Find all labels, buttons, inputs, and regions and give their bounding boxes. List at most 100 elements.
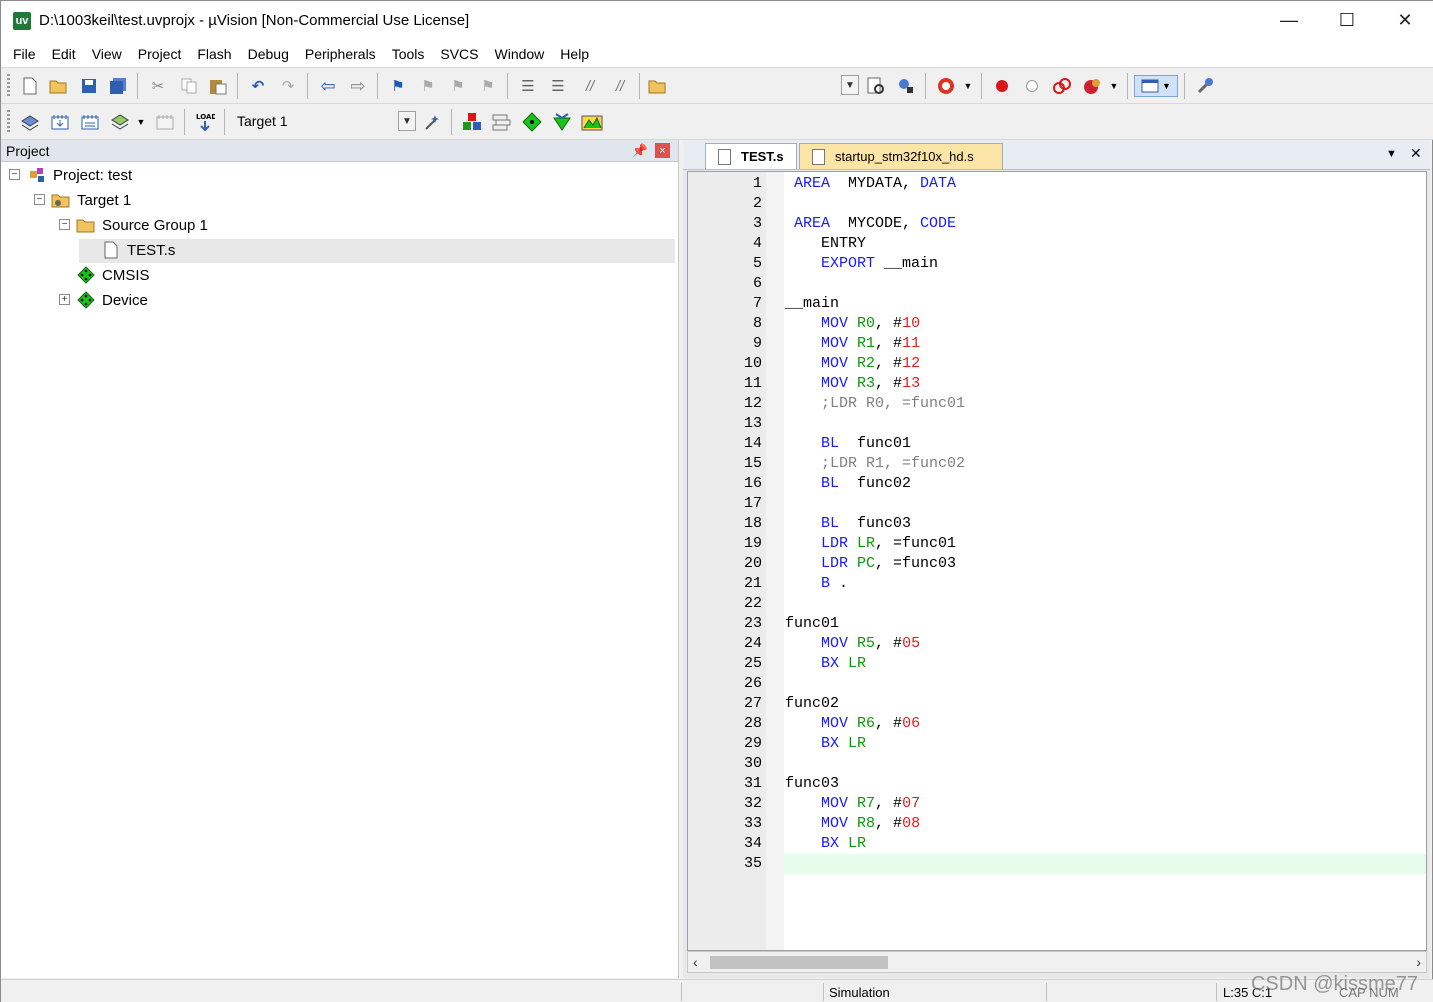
find-in-files-icon[interactable] xyxy=(647,75,669,97)
collapse-icon[interactable]: − xyxy=(59,219,70,230)
tree-item-test-file[interactable]: TEST.s xyxy=(101,238,175,262)
stop-build-icon[interactable] xyxy=(154,111,176,133)
menu-edit[interactable]: Edit xyxy=(44,40,84,68)
save-icon[interactable] xyxy=(78,75,100,97)
menu-help[interactable]: Help xyxy=(552,40,597,68)
code-line[interactable]: 4 ENTRY xyxy=(688,234,1426,254)
target-options-icon[interactable] xyxy=(422,111,444,133)
rebuild-icon[interactable] xyxy=(79,111,101,133)
code-line[interactable]: 20 LDR PC, =func03 xyxy=(688,554,1426,574)
code-line[interactable]: 13 xyxy=(688,414,1426,434)
window-layout-icon[interactable]: ▼ xyxy=(1134,75,1178,97)
code-line[interactable]: 25 BX LR xyxy=(688,654,1426,674)
horizontal-scrollbar[interactable]: ‹ › xyxy=(687,951,1427,973)
code-line[interactable]: 30 xyxy=(688,754,1426,774)
save-all-icon[interactable] xyxy=(107,75,129,97)
code-line[interactable]: 26 xyxy=(688,674,1426,694)
scroll-left-icon[interactable]: ‹ xyxy=(693,954,698,970)
chevron-down-icon[interactable]: ▼ xyxy=(1103,75,1125,97)
target-select[interactable]: Target 1 ▼ xyxy=(231,111,416,133)
find-combo[interactable]: ▼ xyxy=(673,75,859,97)
code-line[interactable]: 17 xyxy=(688,494,1426,514)
build-icon[interactable] xyxy=(49,111,71,133)
menu-debug[interactable]: Debug xyxy=(240,40,297,68)
tree-item-target[interactable]: Target 1 xyxy=(51,188,131,212)
bookmark-icon[interactable]: ⚑ xyxy=(387,75,409,97)
menu-view[interactable]: View xyxy=(84,40,130,68)
code-line[interactable]: 5 EXPORT __main xyxy=(688,254,1426,274)
menu-svcs[interactable]: SVCS xyxy=(432,40,486,68)
chevron-down-icon[interactable]: ▼ xyxy=(130,111,152,133)
menu-project[interactable]: Project xyxy=(130,40,190,68)
code-line[interactable]: 33 MOV R8, #08 xyxy=(688,814,1426,834)
scrollbar-thumb[interactable] xyxy=(710,956,888,969)
scroll-right-icon[interactable]: › xyxy=(1416,954,1421,970)
next-bookmark-icon[interactable]: ⚑ xyxy=(447,75,469,97)
chevron-down-icon[interactable]: ▼ xyxy=(398,111,416,131)
navigate-back-icon[interactable]: ⇦ xyxy=(317,75,339,97)
batch-build-icon[interactable] xyxy=(109,111,131,133)
menu-tools[interactable]: Tools xyxy=(384,40,433,68)
code-line[interactable]: 10 MOV R2, #12 xyxy=(688,354,1426,374)
code-line[interactable]: 22 xyxy=(688,594,1426,614)
code-line[interactable]: 8 MOV R0, #10 xyxy=(688,314,1426,334)
close-pane-icon[interactable]: × xyxy=(655,143,670,158)
manage-rte-icon[interactable] xyxy=(521,111,543,133)
code-line[interactable]: 15 ;LDR R1, =func02 xyxy=(688,454,1426,474)
kill-breakpoints-icon[interactable] xyxy=(1081,75,1103,97)
tree-item-project[interactable]: Project: test xyxy=(27,163,132,187)
paste-icon[interactable] xyxy=(207,75,229,97)
close-button[interactable]: ✕ xyxy=(1376,1,1433,40)
debug-session-icon[interactable] xyxy=(935,75,957,97)
collapse-icon[interactable]: − xyxy=(34,194,45,205)
find-icon[interactable] xyxy=(895,75,917,97)
tab-list-dropdown-icon[interactable]: ▼ xyxy=(1386,148,1397,160)
code-line[interactable]: 34 BX LR xyxy=(688,834,1426,854)
navigate-forward-icon[interactable]: ⇨ xyxy=(347,75,369,97)
disable-breakpoints-icon[interactable] xyxy=(1051,75,1073,97)
uncomment-icon[interactable]: // xyxy=(609,75,631,97)
toolbar-grip[interactable] xyxy=(7,110,10,134)
tree-item-device[interactable]: Device xyxy=(76,288,148,312)
comment-icon[interactable]: // xyxy=(579,75,601,97)
tree-item-source-group[interactable]: Source Group 1 xyxy=(76,213,208,237)
insert-breakpoint-icon[interactable] xyxy=(991,75,1013,97)
tab-test-s[interactable]: TEST.s xyxy=(705,143,797,169)
code-line[interactable]: 24 MOV R5, #05 xyxy=(688,634,1426,654)
code-line[interactable]: 6 xyxy=(688,274,1426,294)
code-line[interactable]: 16 BL func02 xyxy=(688,474,1426,494)
pack-installer-icon[interactable] xyxy=(551,111,573,133)
code-line[interactable]: 29 BX LR xyxy=(688,734,1426,754)
copy-icon[interactable] xyxy=(178,75,200,97)
translate-icon[interactable] xyxy=(19,111,41,133)
tree-item-cmsis[interactable]: CMSIS xyxy=(76,263,150,287)
code-line[interactable]: 14 BL func01 xyxy=(688,434,1426,454)
manage-project-items-icon[interactable] xyxy=(461,111,483,133)
open-file-icon[interactable] xyxy=(48,75,70,97)
code-line[interactable]: 21 B . xyxy=(688,574,1426,594)
cut-icon[interactable]: ✂ xyxy=(147,75,169,97)
collapse-icon[interactable]: − xyxy=(9,169,20,180)
code-line[interactable]: 31 func03 xyxy=(688,774,1426,794)
configure-icon[interactable] xyxy=(1194,75,1216,97)
select-packs-icon[interactable] xyxy=(491,111,513,133)
tab-startup-file[interactable]: startup_stm32f10x_hd.s xyxy=(799,143,1003,169)
close-tab-icon[interactable]: ✕ xyxy=(1410,145,1422,162)
code-line[interactable]: 35 xyxy=(688,854,1426,874)
toolbar-grip[interactable] xyxy=(7,74,10,98)
clear-bookmarks-icon[interactable]: ⚑ xyxy=(477,75,499,97)
expand-icon[interactable]: + xyxy=(59,294,70,305)
menu-flash[interactable]: Flash xyxy=(189,40,239,68)
code-line[interactable]: 18 BL func03 xyxy=(688,514,1426,534)
code-line[interactable]: 32 MOV R7, #07 xyxy=(688,794,1426,814)
pin-icon[interactable]: 📌 xyxy=(632,143,648,159)
minimize-button[interactable]: — xyxy=(1260,1,1318,40)
code-line[interactable]: 9 MOV R1, #11 xyxy=(688,334,1426,354)
prev-bookmark-icon[interactable]: ⚑ xyxy=(417,75,439,97)
menu-file[interactable]: File xyxy=(5,40,44,68)
code-line[interactable]: 11 MOV R3, #13 xyxy=(688,374,1426,394)
menu-peripherals[interactable]: Peripherals xyxy=(297,40,384,68)
maximize-button[interactable]: ☐ xyxy=(1318,1,1376,40)
redo-icon[interactable]: ↷ xyxy=(277,75,299,97)
code-line[interactable]: 23 func01 xyxy=(688,614,1426,634)
